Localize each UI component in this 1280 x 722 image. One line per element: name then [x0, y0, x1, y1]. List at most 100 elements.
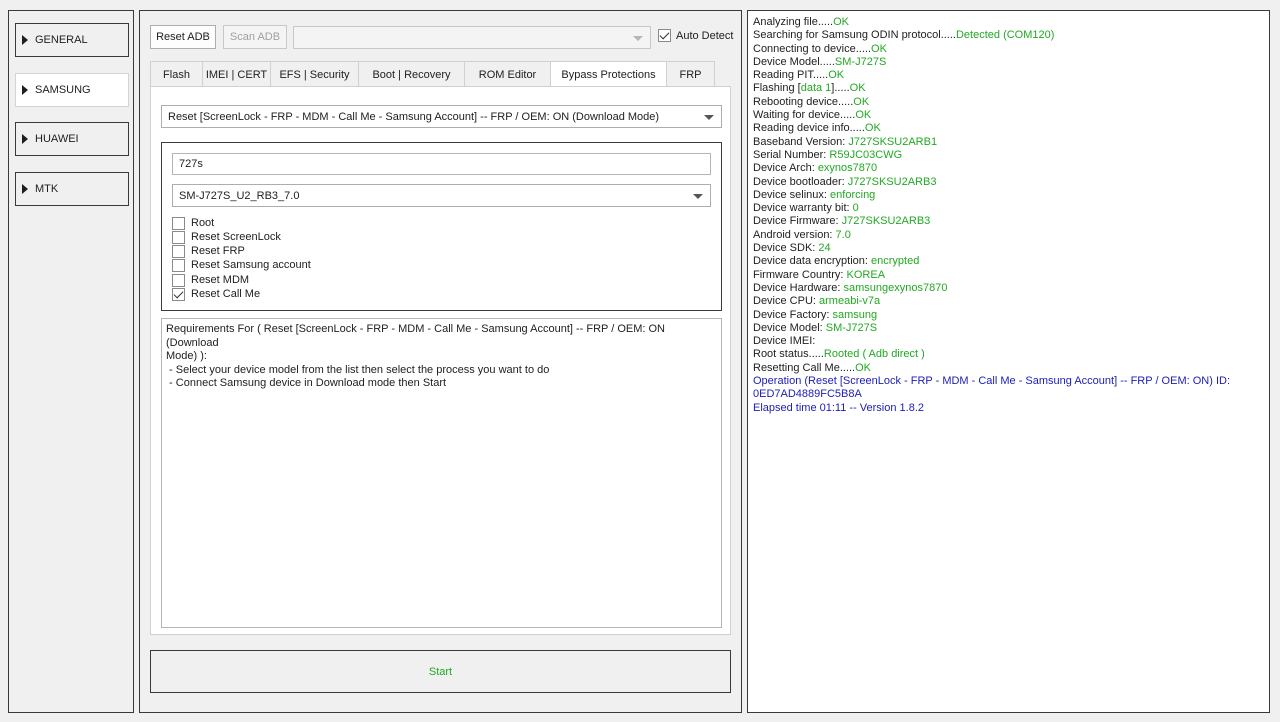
log-line: Reading PIT.....OK: [753, 69, 1264, 82]
expand-arrow-icon: [22, 85, 28, 95]
log-label: Waiting for device.....: [753, 109, 856, 122]
checkbox-icon[interactable]: [658, 29, 671, 42]
log-line: Reading device info.....OK: [753, 122, 1264, 135]
nav-item-label: HUAWEI: [35, 133, 79, 145]
tab-flash[interactable]: Flash: [150, 61, 203, 87]
nav-item-huawei[interactable]: HUAWEI: [15, 122, 129, 156]
log-value: KOREA: [846, 268, 886, 281]
log-line: Device IMEI:: [753, 335, 1264, 348]
tab-bypass-protections[interactable]: Bypass Protections: [550, 61, 667, 87]
requirements-line: - Connect Samsung device in Download mod…: [166, 377, 447, 389]
log-output[interactable]: Analyzing file.....OK Searching for Samsu…: [747, 10, 1270, 713]
checkbox-icon[interactable]: [172, 258, 185, 272]
tab-rom-editor[interactable]: ROM Editor: [464, 61, 551, 87]
chevron-down-icon: [704, 114, 714, 120]
log-label: Searching for Samsung ODIN protocol.....: [753, 29, 956, 42]
operation-select[interactable]: Reset [ScreenLock - FRP - MDM - Call Me …: [161, 105, 722, 128]
log-line: Searching for Samsung ODIN protocol.....…: [753, 29, 1264, 42]
log-line: Device Hardware: samsungexynos7870: [753, 282, 1264, 295]
option-reset-call-me[interactable]: Reset Call Me: [172, 287, 260, 301]
nav-item-mtk[interactable]: MTK: [15, 172, 129, 206]
nav-item-label: SAMSUNG: [35, 84, 91, 96]
expand-arrow-icon: [22, 134, 28, 144]
tab-frp[interactable]: FRP: [666, 61, 715, 87]
log-label: Analyzing file.....: [753, 16, 834, 28]
option-label: Reset MDM: [191, 274, 250, 286]
requirements-line: Mode) ):: [166, 350, 207, 362]
log-label: Serial Number:: [753, 148, 830, 161]
option-reset-frp[interactable]: Reset FRP: [172, 244, 245, 258]
checkbox-icon[interactable]: [172, 244, 185, 258]
log-value: OK: [855, 109, 872, 122]
log-value: R59JC03CWG: [829, 148, 903, 161]
log-value: 0: [852, 202, 859, 215]
chevron-down-icon: [633, 35, 643, 41]
option-reset-samsung-account[interactable]: Reset Samsung account: [172, 258, 311, 272]
log-line: Device Factory: samsung: [753, 309, 1264, 322]
log-line: Android version: 7.0: [753, 229, 1264, 242]
nav-item-samsung[interactable]: SAMSUNG: [15, 73, 129, 107]
port-select[interactable]: [293, 26, 651, 49]
log-label: Resetting Call Me.....: [753, 361, 856, 374]
log-line: Device Firmware: J727SKSU2ARB3: [753, 215, 1264, 228]
log-value: J727SKSU2ARB1: [848, 135, 938, 148]
log-line: Device bootloader: J727SKSU2ARB3: [753, 176, 1264, 189]
reset-adb-button[interactable]: Reset ADB: [150, 25, 216, 49]
log-label: Reading PIT.....: [753, 69, 829, 82]
option-reset-screenlock[interactable]: Reset ScreenLock: [172, 230, 281, 244]
log-line: Baseband Version: J727SKSU2ARB1: [753, 136, 1264, 149]
tab-imei-cert[interactable]: IMEI | CERT: [202, 61, 271, 87]
log-line: Waiting for device.....OK: [753, 109, 1264, 122]
log-label: Firmware Country:: [753, 268, 847, 281]
log-line: Device Model.....SM-J727S: [753, 56, 1264, 69]
log-label: Device Arch:: [753, 162, 818, 175]
log-line: Rebooting device.....OK: [753, 96, 1264, 109]
option-root[interactable]: Root: [172, 216, 214, 230]
checkbox-icon[interactable]: [172, 230, 185, 244]
auto-detect-label: Auto Detect: [676, 29, 734, 42]
log-label: Device CPU:: [753, 295, 820, 308]
log-label: Android version:: [753, 228, 836, 241]
model-search-input[interactable]: 727s: [172, 153, 711, 175]
log-value: OK: [833, 16, 849, 28]
tab-efs-security[interactable]: EFS | Security: [270, 61, 359, 87]
requirements-line: Requirements For ( Reset [ScreenLock - F…: [166, 323, 666, 349]
scan-adb-button[interactable]: Scan ADB: [223, 25, 287, 49]
option-reset-mdm[interactable]: Reset MDM: [172, 273, 249, 287]
checkbox-icon[interactable]: [172, 273, 185, 287]
log-value: Detected (COM120): [955, 29, 1055, 42]
log-line: Device SDK: 24: [753, 242, 1264, 255]
log-line: Root status.....Rooted ( Adb direct ): [753, 348, 1264, 361]
requirements-line: - Select your device model from the list…: [166, 363, 550, 376]
log-label: Device selinux:: [753, 188, 831, 201]
checkbox-icon[interactable]: [172, 216, 185, 230]
nav-item-general[interactable]: GENERAL: [15, 23, 129, 57]
log-label: Device IMEI:: [753, 335, 819, 348]
log-label: Flashing [: [753, 82, 801, 95]
log-line: Firmware Country: KOREA: [753, 269, 1264, 282]
log-value: exynos7870: [817, 162, 878, 175]
tab-boot-recovery[interactable]: Boot | Recovery: [358, 61, 465, 87]
log-line: Device Model: SM-J727S: [753, 322, 1264, 335]
model-select[interactable]: SM-J727S_U2_RB3_7.0: [172, 184, 711, 207]
start-button[interactable]: Start: [150, 650, 731, 693]
log-label: Device Factory:: [753, 308, 833, 321]
auto-detect-checkbox[interactable]: Auto Detect: [658, 29, 733, 42]
log-label: Device bootloader:: [753, 175, 848, 188]
log-value: data 1: [800, 82, 832, 95]
log-value: J727SKSU2ARB3: [847, 175, 937, 188]
log-value: 24: [818, 242, 831, 255]
requirements-textarea[interactable]: Requirements For ( Reset [ScreenLock - F…: [161, 318, 722, 628]
option-label: Reset Samsung account: [191, 259, 311, 271]
log-line: Flashing [data 1].....OK: [753, 82, 1264, 95]
log-value: Elapsed time 01:11 -- Version 1.8.2: [753, 401, 925, 414]
model-select-value: SM-J727S_U2_RB3_7.0: [179, 189, 300, 202]
checkbox-icon[interactable]: [172, 287, 185, 301]
nav-item-label: MTK: [35, 183, 59, 195]
log-line: Device warranty bit: 0: [753, 202, 1264, 215]
log-label: Connecting to device.....: [753, 42, 872, 55]
log-label: Baseband Version:: [753, 135, 849, 148]
log-label: ].....: [831, 82, 850, 95]
log-label: Device Model:: [753, 321, 826, 334]
chevron-down-icon: [693, 193, 703, 199]
